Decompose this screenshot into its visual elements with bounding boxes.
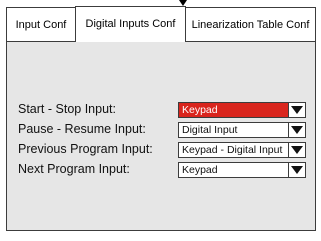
pause-resume-input-value: Digital Input <box>182 124 238 136</box>
previous-program-input-value: Keypad - Digital Input <box>182 144 283 156</box>
tab-linearization-table-conf[interactable]: Linearization Table Conf <box>185 7 316 41</box>
chevron-down-icon <box>291 146 303 154</box>
next-program-dropdown-button[interactable] <box>288 163 305 177</box>
next-program-input-value: Keypad <box>182 164 218 176</box>
start-stop-dropdown-button[interactable] <box>288 103 305 117</box>
pause-resume-input-select[interactable]: Digital Input <box>178 122 306 138</box>
chevron-down-icon <box>291 126 303 134</box>
tab-input-conf[interactable]: Input Conf <box>6 7 76 41</box>
start-stop-input-label: Start - Stop Input: <box>18 102 116 116</box>
pause-resume-dropdown-button[interactable] <box>288 123 305 137</box>
start-stop-input-value: Keypad <box>182 104 218 116</box>
previous-program-input-label: Previous Program Input: <box>18 142 153 156</box>
previous-program-dropdown-button[interactable] <box>288 143 305 157</box>
chevron-down-icon <box>291 106 303 114</box>
pause-resume-input-label: Pause - Resume Input: <box>18 122 146 136</box>
start-stop-input-select[interactable]: Keypad <box>178 102 306 118</box>
next-program-input-select[interactable]: Keypad <box>178 162 306 178</box>
chevron-down-icon <box>291 166 303 174</box>
previous-program-input-select[interactable]: Keypad - Digital Input <box>178 142 306 158</box>
config-window: Input Conf Digital Inputs Conf Lineariza… <box>0 0 321 241</box>
tab-digital-inputs-conf[interactable]: Digital Inputs Conf <box>75 6 186 42</box>
next-program-input-label: Next Program Input: <box>18 162 130 176</box>
